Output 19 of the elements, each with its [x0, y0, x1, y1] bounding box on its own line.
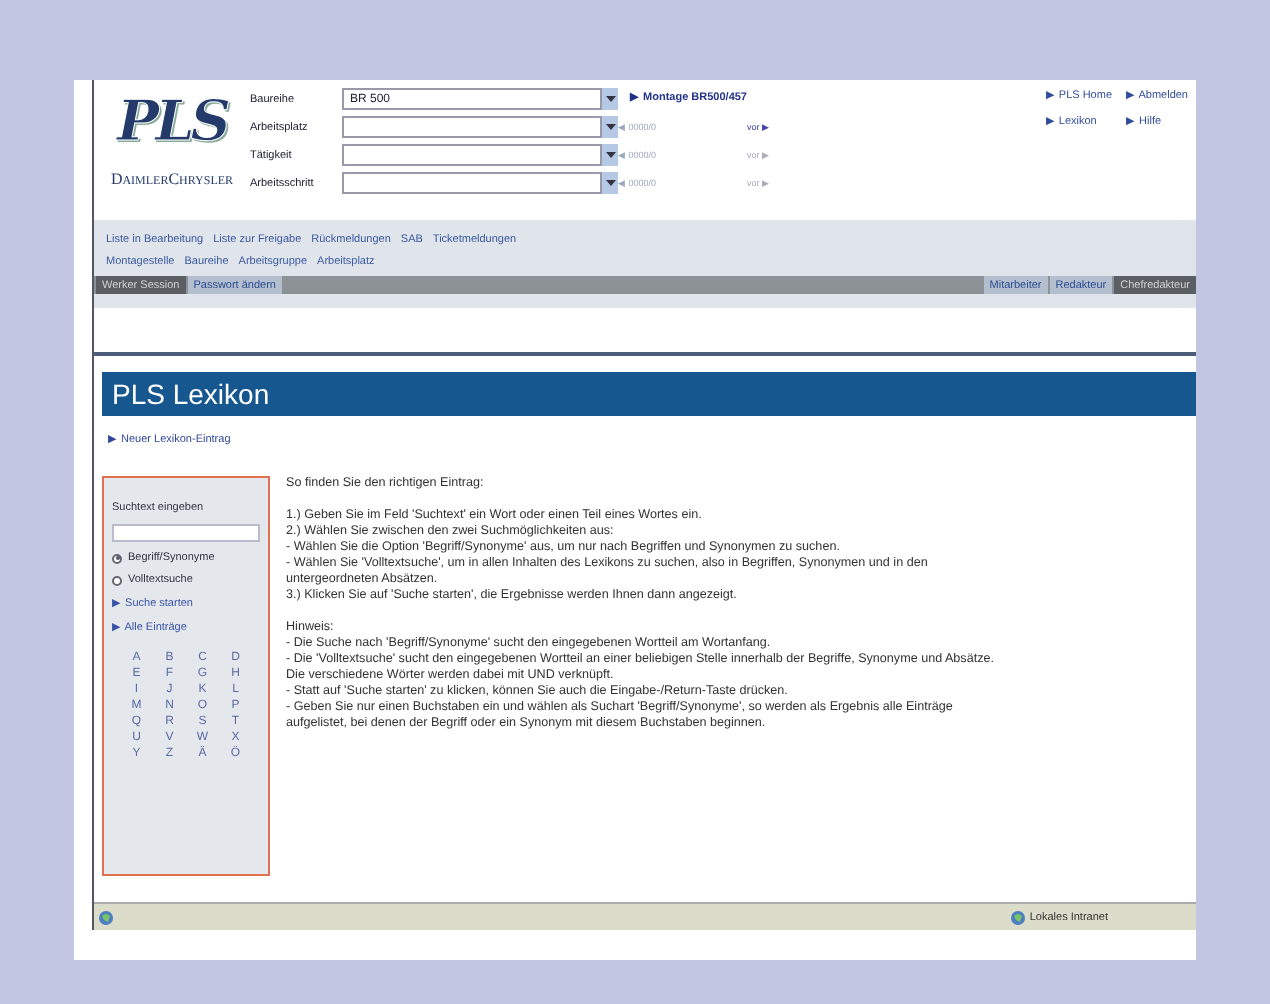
- dropdown-button[interactable]: [602, 144, 618, 166]
- select-field[interactable]: [342, 144, 602, 166]
- dropdown-button[interactable]: [602, 88, 618, 110]
- caret-icon: [605, 152, 615, 158]
- radio-button[interactable]: [112, 575, 122, 585]
- select-field[interactable]: [342, 172, 602, 194]
- search-field[interactable]: [112, 524, 260, 542]
- caret-icon: [605, 124, 615, 130]
- radio-button[interactable]: [112, 553, 122, 563]
- company-logo: DaimlerChrysler: [110, 170, 234, 188]
- globe-icon: [1009, 909, 1026, 925]
- select-field[interactable]: [342, 116, 602, 138]
- globe-icon: [98, 909, 114, 925]
- dropdown-button[interactable]: [602, 172, 618, 194]
- pls-logo: PLS: [117, 88, 227, 154]
- caret-icon: [605, 96, 615, 102]
- caret-icon: [605, 180, 615, 186]
- page-title: PLS Lexikon: [102, 372, 1196, 416]
- dropdown-button[interactable]: [602, 116, 618, 138]
